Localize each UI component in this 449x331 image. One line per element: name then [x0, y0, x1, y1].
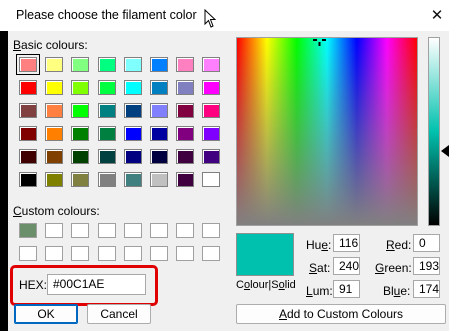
custom-colour-swatch[interactable]: [123, 246, 142, 261]
basic-colour-swatch[interactable]: [97, 149, 116, 164]
basic-colour-swatch[interactable]: [123, 149, 142, 164]
basic-colour-swatch[interactable]: [71, 57, 90, 72]
custom-colour-swatch[interactable]: [45, 246, 64, 261]
hue-field[interactable]: 116: [333, 234, 360, 252]
basic-colour-swatch[interactable]: [71, 149, 90, 164]
window-left-edge: [0, 31, 8, 331]
basic-colour-swatch[interactable]: [150, 80, 168, 95]
red-label: Red:: [386, 238, 412, 252]
basic-colours-label: Basic colours:: [13, 38, 88, 52]
basic-colour-swatch[interactable]: [150, 172, 168, 187]
basic-colour-swatch[interactable]: [176, 172, 195, 187]
custom-colour-swatch[interactable]: [123, 223, 142, 238]
colour-preview: [236, 233, 294, 276]
cancel-button[interactable]: Cancel: [87, 304, 151, 324]
basic-colour-swatch[interactable]: [16, 54, 40, 75]
basic-colour-swatch[interactable]: [45, 80, 64, 95]
custom-colour-swatch[interactable]: [176, 223, 195, 238]
basic-colour-swatch[interactable]: [97, 80, 116, 95]
basic-colour-swatch[interactable]: [19, 80, 37, 95]
basic-colour-swatch[interactable]: [123, 172, 142, 187]
basic-colour-swatch[interactable]: [123, 103, 142, 118]
basic-colour-swatch[interactable]: [202, 103, 221, 118]
lum-field[interactable]: 91: [333, 280, 360, 298]
basic-colour-swatch[interactable]: [97, 103, 116, 118]
basic-colour-swatch[interactable]: [150, 103, 168, 118]
lum-label: Lum:: [306, 284, 333, 298]
ok-button[interactable]: OK: [14, 304, 78, 324]
basic-colour-swatch[interactable]: [202, 172, 221, 187]
basic-colour-swatch[interactable]: [150, 57, 168, 72]
basic-colour-swatch[interactable]: [71, 80, 90, 95]
hex-label: HEX:: [19, 278, 48, 292]
basic-colour-swatch[interactable]: [45, 149, 64, 164]
custom-colour-swatch[interactable]: [202, 246, 221, 261]
blue-label: Blue:: [383, 284, 411, 298]
basic-colour-swatch[interactable]: [45, 172, 64, 187]
custom-colour-swatch[interactable]: [45, 223, 64, 238]
basic-colour-swatch[interactable]: [71, 103, 90, 118]
red-field[interactable]: 0: [413, 234, 440, 252]
sat-label: Sat:: [309, 261, 331, 275]
luminance-pointer-icon[interactable]: [441, 145, 449, 157]
basic-colour-swatch[interactable]: [150, 149, 168, 164]
basic-colour-swatch[interactable]: [202, 126, 221, 141]
custom-colour-swatch[interactable]: [176, 246, 195, 261]
basic-colour-swatch[interactable]: [202, 80, 221, 95]
colour-solid-label: Colour|Solid: [236, 279, 296, 291]
basic-colour-swatch[interactable]: [19, 126, 37, 141]
basic-colour-swatch[interactable]: [176, 103, 195, 118]
basic-colour-swatch[interactable]: [19, 103, 37, 118]
basic-colour-swatch[interactable]: [176, 126, 195, 141]
sat-field[interactable]: 240: [333, 257, 360, 275]
basic-colour-swatch[interactable]: [97, 126, 116, 141]
custom-colour-swatch[interactable]: [97, 223, 116, 238]
basic-colour-swatch[interactable]: [176, 149, 195, 164]
basic-colour-swatch[interactable]: [202, 57, 221, 72]
basic-colour-swatch[interactable]: [19, 172, 37, 187]
title-bar: Please choose the filament color ✕: [0, 0, 449, 31]
basic-colour-swatch[interactable]: [45, 103, 64, 118]
custom-colour-swatch[interactable]: [19, 223, 37, 238]
basic-colour-swatch[interactable]: [123, 80, 142, 95]
custom-colours-label: Custom colours:: [13, 204, 100, 218]
custom-colour-swatch[interactable]: [19, 246, 37, 261]
custom-colour-swatch[interactable]: [150, 246, 168, 261]
crosshair-icon: [313, 39, 326, 46]
hex-input[interactable]: #00C1AE: [47, 274, 146, 295]
close-button[interactable]: ✕: [425, 2, 449, 28]
mouse-pointer-icon: [204, 9, 217, 28]
basic-colour-swatch[interactable]: [45, 126, 64, 141]
basic-colour-swatch[interactable]: [19, 149, 37, 164]
basic-colour-swatch[interactable]: [123, 57, 142, 72]
hue-label: Hue:: [306, 238, 332, 252]
custom-colour-swatch[interactable]: [71, 246, 90, 261]
basic-colour-swatch[interactable]: [97, 172, 116, 187]
basic-colour-swatch[interactable]: [45, 57, 64, 72]
custom-colour-swatch[interactable]: [97, 246, 116, 261]
custom-colour-swatch[interactable]: [71, 223, 90, 238]
basic-colour-swatch[interactable]: [97, 57, 116, 72]
basic-colour-swatch[interactable]: [176, 80, 195, 95]
close-icon: ✕: [430, 7, 444, 24]
basic-colour-swatch[interactable]: [71, 126, 90, 141]
basic-colour-swatch[interactable]: [150, 126, 168, 141]
window-title: Please choose the filament color: [16, 8, 197, 22]
green-field[interactable]: 193: [413, 257, 440, 275]
custom-colour-swatch[interactable]: [150, 223, 168, 238]
green-label: Green:: [375, 261, 412, 275]
colour-spectrum[interactable]: [236, 37, 418, 226]
basic-colour-swatch[interactable]: [202, 149, 221, 164]
add-to-custom-colours-button[interactable]: Add to Custom Colours: [236, 304, 446, 324]
blue-field[interactable]: 174: [413, 280, 440, 298]
basic-colour-swatch[interactable]: [176, 57, 195, 72]
custom-colour-swatch[interactable]: [202, 223, 221, 238]
basic-colour-swatch[interactable]: [123, 126, 142, 141]
basic-colour-swatch[interactable]: [71, 172, 90, 187]
luminance-slider[interactable]: [428, 37, 440, 226]
